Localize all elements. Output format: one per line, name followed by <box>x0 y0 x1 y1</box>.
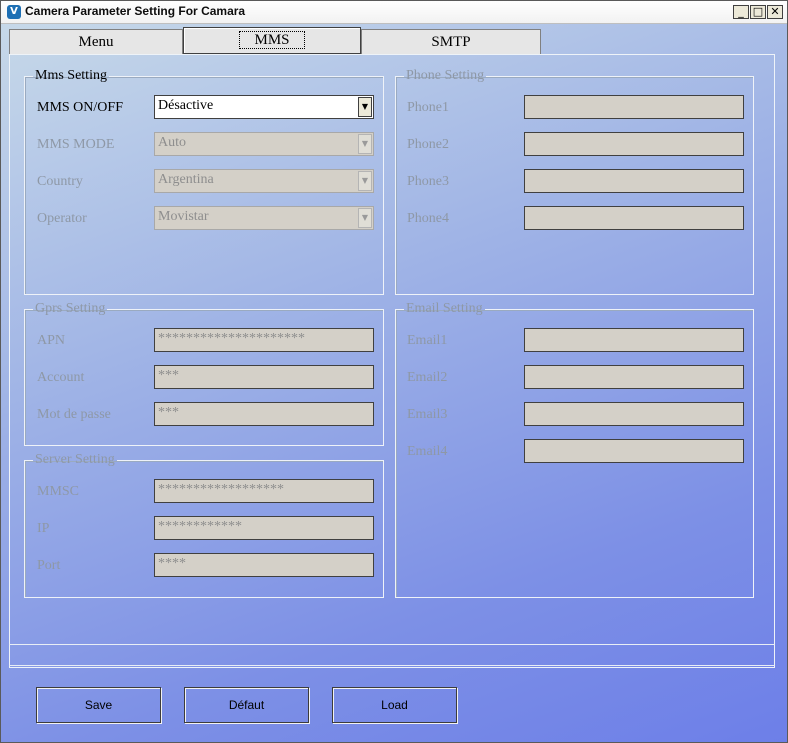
window-title: Camera Parameter Setting For Camara <box>25 4 246 18</box>
tab-menu-label: Menu <box>78 34 114 50</box>
tab-smtp[interactable]: SMTP <box>361 29 541 54</box>
password-input[interactable]: *** <box>154 402 374 426</box>
mms-onoff-select[interactable]: Désactive ▼ <box>154 95 374 119</box>
account-label: Account <box>37 370 85 385</box>
dropdown-arrow-icon[interactable]: ▼ <box>358 171 372 191</box>
apn-input[interactable]: ********************* <box>154 328 374 352</box>
phone4-label: Phone4 <box>407 211 449 226</box>
country-select[interactable]: Argentina ▼ <box>154 169 374 193</box>
minimize-button[interactable]: _ <box>733 5 749 19</box>
phone1-input[interactable] <box>524 95 744 119</box>
email4-input[interactable] <box>524 439 744 463</box>
maximize-button[interactable]: □ <box>750 5 766 19</box>
tab-smtp-label: SMTP <box>431 34 471 50</box>
country-value: Argentina <box>158 172 214 187</box>
tab-strip: Menu MMS SMTP <box>9 27 775 55</box>
email4-label: Email4 <box>407 444 448 459</box>
load-button[interactable]: Load <box>332 687 457 723</box>
mms-mode-value: Auto <box>158 135 186 150</box>
dropdown-arrow-icon[interactable]: ▼ <box>358 134 372 154</box>
save-button[interactable]: Save <box>36 687 161 723</box>
operator-select[interactable]: Movistar ▼ <box>154 206 374 230</box>
email3-label: Email3 <box>407 407 448 422</box>
ip-label: IP <box>37 521 50 536</box>
mms-onoff-label: MMS ON/OFF <box>37 100 123 115</box>
mmsc-label: MMSC <box>37 484 80 499</box>
phone2-input[interactable] <box>524 132 744 156</box>
panel-status-strip <box>9 644 775 666</box>
apn-label: APN <box>37 333 66 348</box>
phone3-input[interactable] <box>524 169 744 193</box>
camera-app-icon: V <box>7 5 21 19</box>
gprs-setting-legend: Gprs Setting <box>35 301 106 316</box>
password-label: Mot de passe <box>37 407 111 422</box>
mms-onoff-value: Désactive <box>158 98 214 113</box>
close-button[interactable]: ✕ <box>767 5 783 19</box>
phone2-label: Phone2 <box>407 137 449 152</box>
email-setting-legend: Email Setting <box>406 301 483 316</box>
operator-value: Movistar <box>158 209 209 224</box>
mms-mode-select[interactable]: Auto ▼ <box>154 132 374 156</box>
email3-input[interactable] <box>524 402 744 426</box>
phone4-input[interactable] <box>524 206 744 230</box>
tab-mms[interactable]: MMS <box>183 27 361 54</box>
tab-mms-label: MMS <box>239 31 305 49</box>
mms-mode-label: MMS MODE <box>37 137 115 152</box>
tab-menu[interactable]: Menu <box>9 29 183 54</box>
port-label: Port <box>37 558 61 573</box>
email2-input[interactable] <box>524 365 744 389</box>
default-button[interactable]: Défaut <box>184 687 309 723</box>
phone-setting-legend: Phone Setting <box>406 68 485 83</box>
email2-label: Email2 <box>407 370 448 385</box>
server-setting-legend: Server Setting <box>35 452 115 467</box>
title-bar: V Camera Parameter Setting For Camara _ … <box>1 1 787 24</box>
dropdown-arrow-icon[interactable]: ▼ <box>358 208 372 228</box>
phone3-label: Phone3 <box>407 174 449 189</box>
dropdown-arrow-icon[interactable]: ▼ <box>358 97 372 117</box>
camera-settings-window: V Camera Parameter Setting For Camara _ … <box>0 0 788 743</box>
email1-input[interactable] <box>524 328 744 352</box>
account-input[interactable]: *** <box>154 365 374 389</box>
mmsc-input[interactable]: ****************** <box>154 479 374 503</box>
mms-setting-legend: Mms Setting <box>35 68 107 83</box>
port-input[interactable]: **** <box>154 553 374 577</box>
email1-label: Email1 <box>407 333 448 348</box>
ip-input[interactable]: ************ <box>154 516 374 540</box>
country-label: Country <box>37 174 83 189</box>
operator-label: Operator <box>37 211 87 226</box>
phone1-label: Phone1 <box>407 100 449 115</box>
